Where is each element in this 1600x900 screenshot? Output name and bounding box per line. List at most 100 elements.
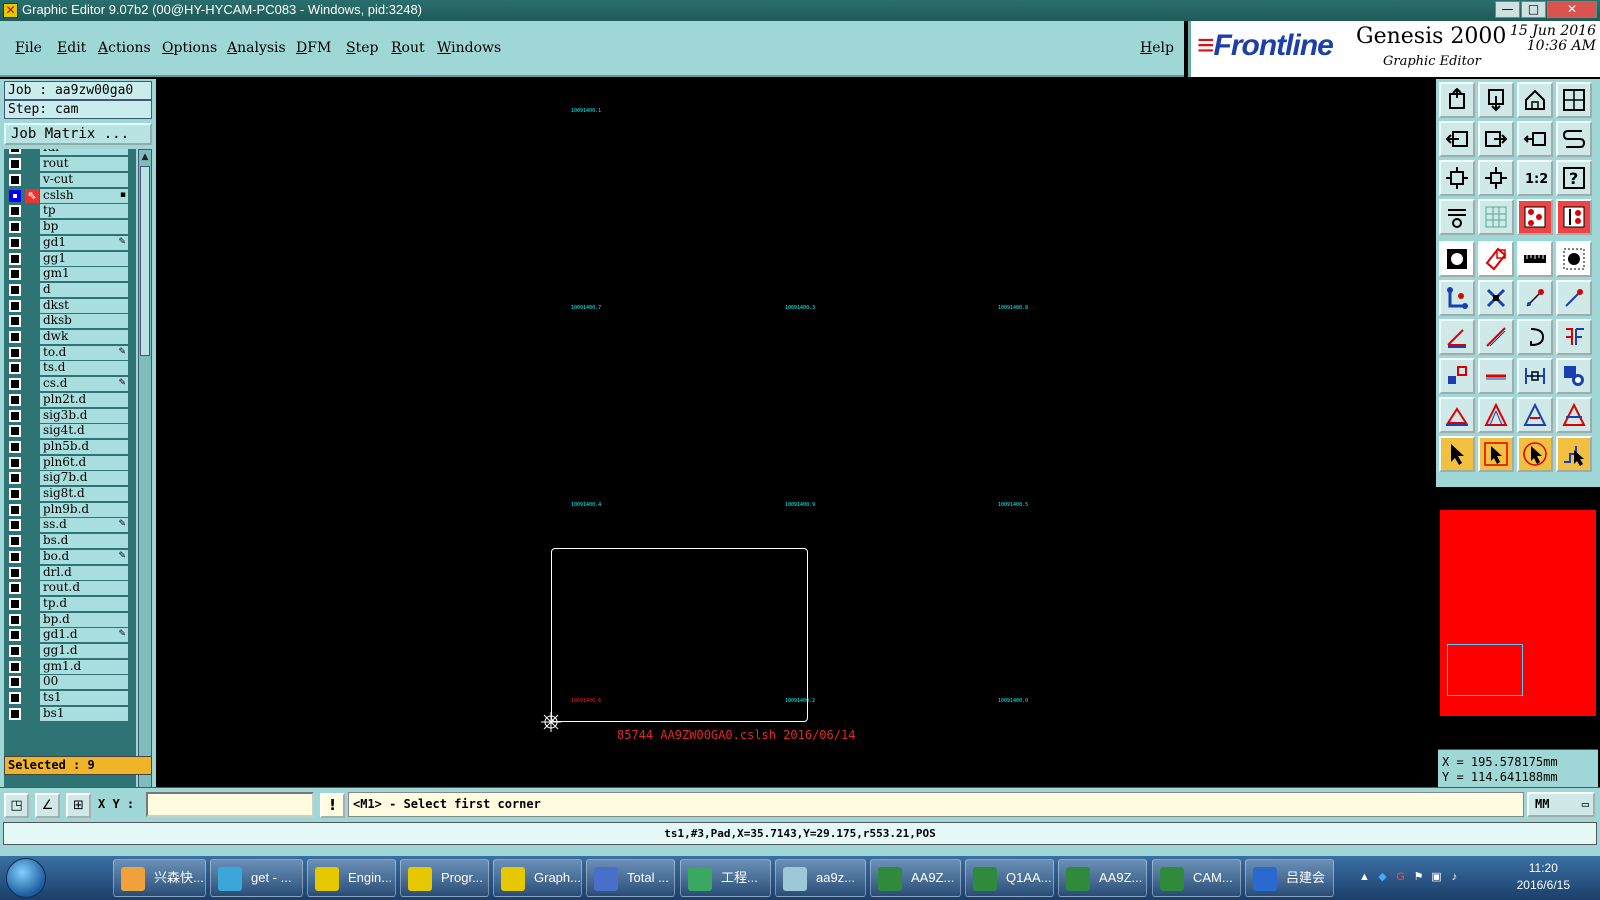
layer-row[interactable]: to.d ✎: [4, 345, 136, 360]
layer-row[interactable]: ts.d: [4, 361, 136, 376]
measure-icon[interactable]: [1517, 241, 1553, 277]
pad-add-icon[interactable]: [1439, 241, 1475, 277]
tray-volume-icon[interactable]: ♪: [1448, 871, 1461, 884]
line-move-icon[interactable]: [1556, 280, 1592, 316]
layer-name[interactable]: pln5b.d: [40, 439, 128, 454]
settings-tools-icon[interactable]: [1439, 199, 1475, 235]
taskbar-item[interactable]: AA9Z...: [1058, 859, 1147, 897]
menu-step[interactable]: Step: [346, 40, 378, 56]
fit-screen-icon[interactable]: [1439, 160, 1475, 196]
snap-points-icon[interactable]: [1517, 199, 1553, 235]
layer-name[interactable]: bp: [40, 220, 128, 235]
menu-actions[interactable]: Actions: [98, 40, 151, 56]
menu-rout[interactable]: Rout: [391, 40, 425, 56]
layer-checkbox[interactable]: [9, 692, 21, 705]
units-select[interactable]: MM ▭: [1527, 792, 1595, 817]
layer-checkbox[interactable]: [9, 346, 21, 359]
layer-name[interactable]: bp.d: [40, 612, 128, 627]
layer-row[interactable]: gg1.d: [4, 644, 136, 658]
layer-checkbox[interactable]: [9, 409, 21, 422]
zoom-down-icon[interactable]: [1478, 82, 1514, 118]
layer-name[interactable]: gd1 ✎: [40, 235, 128, 250]
pan-right-icon[interactable]: [1478, 121, 1514, 157]
horizontal-line-icon[interactable]: [1478, 358, 1514, 394]
layer-name[interactable]: v-cut: [40, 173, 128, 187]
select-pointer-box-icon[interactable]: [1478, 436, 1514, 472]
layer-checkbox[interactable]: [9, 707, 21, 720]
zoom-fit-icon[interactable]: [1478, 160, 1514, 196]
layer-row[interactable]: drl.d: [4, 565, 136, 580]
start-button[interactable]: [6, 858, 46, 898]
layer-checkbox[interactable]: [9, 440, 21, 453]
menu-windows[interactable]: Windows: [437, 40, 501, 56]
layer-checkbox[interactable]: [9, 158, 21, 170]
copy-feature-icon[interactable]: [1439, 358, 1475, 394]
layer-name[interactable]: bs.d: [40, 534, 128, 549]
taskbar-item[interactable]: 吕建会: [1245, 859, 1334, 897]
dimension-icon[interactable]: [1517, 358, 1553, 394]
layer-name[interactable]: sig3b.d: [40, 408, 128, 423]
layer-row[interactable]: bp: [4, 220, 136, 235]
layer-name[interactable]: sig7b.d: [40, 471, 128, 486]
layer-list-scrollbar[interactable]: ▲ ▼: [138, 149, 152, 825]
taskbar-item[interactable]: Total ...: [586, 859, 675, 897]
home-view-icon[interactable]: [1517, 82, 1553, 118]
triangle-fill-icon[interactable]: [1517, 397, 1553, 433]
layer-checkbox[interactable]: [9, 425, 21, 438]
layer-checkbox[interactable]: [9, 582, 21, 595]
layer-checkbox[interactable]: [9, 488, 21, 500]
layer-name[interactable]: pln2t.d: [40, 392, 128, 407]
layer-checkbox[interactable]: [9, 378, 21, 391]
layer-checkbox[interactable]: [9, 149, 21, 154]
layer-row[interactable]: gd1 ✎: [4, 235, 136, 250]
taskbar-item[interactable]: Engin...: [307, 859, 396, 897]
minimap-viewport[interactable]: [1447, 644, 1523, 696]
layer-name[interactable]: gg1.d: [40, 644, 128, 658]
alert-icon[interactable]: !: [320, 793, 345, 818]
redraw-icon[interactable]: [1556, 121, 1592, 157]
layer-row[interactable]: ⇖ cslsh ▪: [4, 188, 136, 203]
taskbar-item[interactable]: 兴森快...: [113, 859, 206, 897]
layer-row[interactable]: bs1: [4, 706, 136, 721]
layer-name[interactable]: pln9b.d: [40, 502, 128, 517]
layer-checkbox[interactable]: [9, 629, 21, 642]
select-path-icon[interactable]: [1556, 436, 1592, 472]
shapes-icon[interactable]: [1556, 358, 1592, 394]
split-view-icon[interactable]: [1556, 82, 1592, 118]
line-point-icon[interactable]: [1517, 280, 1553, 316]
layer-name[interactable]: ss.d ✎: [40, 518, 128, 533]
taskbar-item[interactable]: AA9Z...: [870, 859, 961, 897]
help-icon[interactable]: ?: [1556, 160, 1592, 196]
select-pointer-icon[interactable]: [1439, 436, 1475, 472]
tray-app-icon[interactable]: ◆: [1376, 871, 1389, 884]
layer-checkbox[interactable]: [9, 331, 21, 343]
layer-name[interactable]: drl.d: [40, 565, 128, 580]
layer-checkbox[interactable]: [9, 393, 21, 406]
taskbar-item[interactable]: Q1AA...: [965, 859, 1054, 897]
layer-checkbox[interactable]: [9, 252, 21, 265]
layer-name[interactable]: d: [40, 282, 128, 297]
layer-row[interactable]: dwk: [4, 330, 136, 344]
layer-checkbox[interactable]: [9, 174, 21, 186]
parallel-lines-icon[interactable]: [1556, 319, 1592, 355]
layer-row[interactable]: rout.d: [4, 581, 136, 596]
layer-name[interactable]: ts.d: [40, 361, 128, 376]
clock[interactable]: 11:20 2016/6/15: [1517, 860, 1570, 894]
layer-name[interactable]: cslsh ▪: [40, 188, 128, 203]
connect-nodes-icon[interactable]: [1439, 280, 1475, 316]
layer-name[interactable]: cs.d ✎: [40, 377, 128, 392]
zoom-home-icon[interactable]: [1439, 82, 1475, 118]
layer-row[interactable]: pln5b.d: [4, 439, 136, 454]
menu-edit[interactable]: Edit: [57, 40, 86, 56]
menu-options[interactable]: Options: [162, 40, 217, 56]
layer-name[interactable]: rout: [40, 157, 128, 171]
layer-row[interactable]: ss.d ✎: [4, 518, 136, 533]
job-matrix-button[interactable]: Job Matrix ...: [4, 123, 152, 145]
layer-name[interactable]: to.d ✎: [40, 345, 128, 360]
tray-expand-icon[interactable]: ▲: [1358, 871, 1371, 884]
layer-row[interactable]: tp.d: [4, 596, 136, 611]
layer-checkbox[interactable]: [9, 660, 21, 673]
taskbar-item[interactable]: Graph...: [493, 859, 582, 897]
surface-add-icon[interactable]: [1478, 241, 1514, 277]
layer-name[interactable]: fdi: [40, 149, 128, 155]
